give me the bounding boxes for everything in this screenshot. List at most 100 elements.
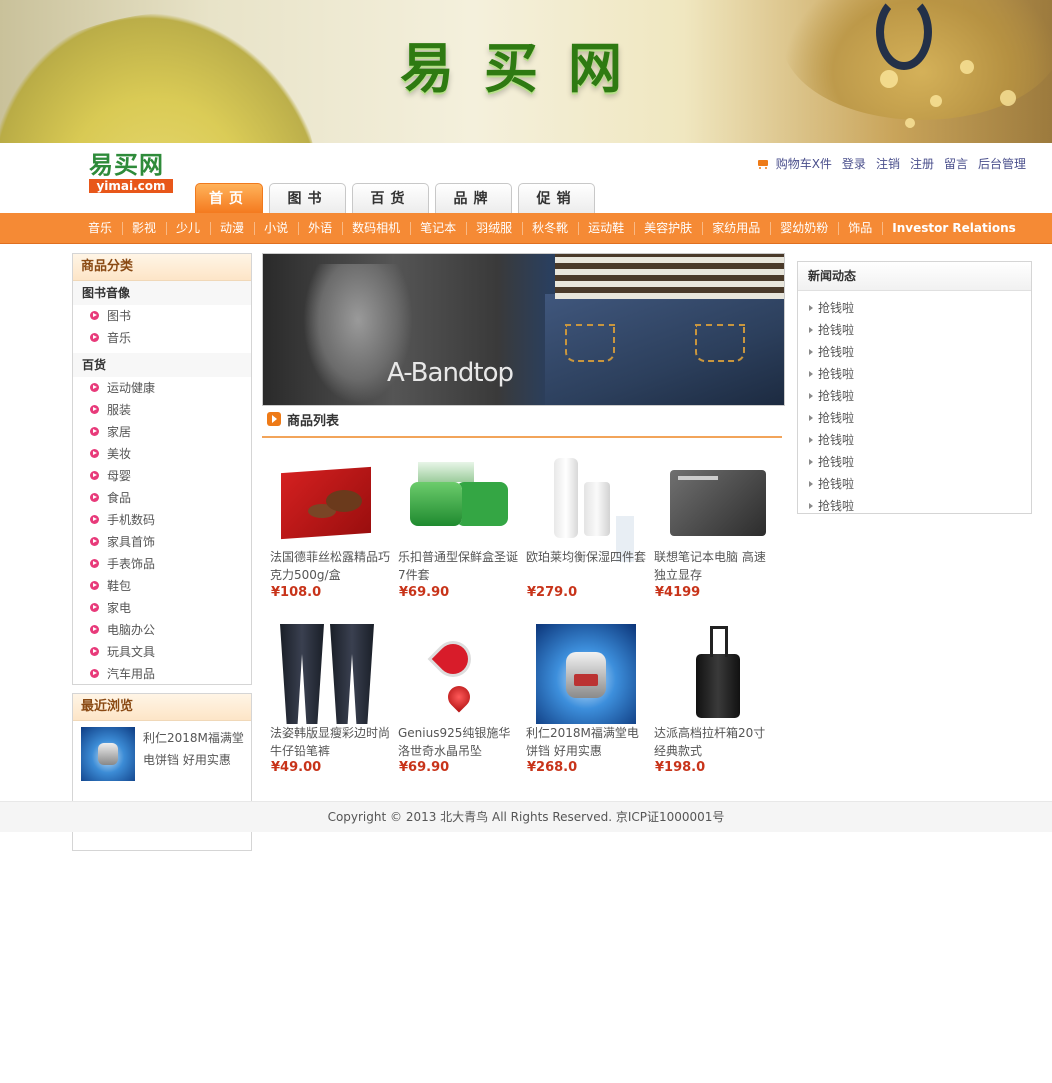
recent-item-name[interactable]: 利仁2018M福满堂电饼铛 好用实惠 xyxy=(143,727,248,771)
news-item[interactable]: 抢钱啦 xyxy=(798,385,1031,407)
product-image[interactable] xyxy=(536,624,636,724)
sidebar-item[interactable]: 服装 xyxy=(73,399,251,421)
sidebar-item-label: 电脑办公 xyxy=(107,623,156,637)
category-link[interactable]: 笔记本 xyxy=(410,213,466,243)
tab-books[interactable]: 图书 xyxy=(269,183,346,213)
product-name[interactable]: 法国德菲丝松露精品巧克力500g/盒 xyxy=(270,548,390,584)
category-link[interactable]: 秋冬靴 xyxy=(522,213,578,243)
tab-home[interactable]: 首页 xyxy=(195,183,263,213)
category-link[interactable]: 影视 xyxy=(122,213,166,243)
banner-brand: A-Bandtop xyxy=(387,358,514,388)
sidebar-item[interactable]: 音乐 xyxy=(73,327,251,349)
category-link[interactable]: 音乐 xyxy=(78,213,122,243)
sidebar-item[interactable]: 美妆 xyxy=(73,443,251,465)
product-name[interactable]: 欧珀莱均衡保湿四件套 xyxy=(526,548,646,566)
sidebar-item[interactable]: 运动健康 xyxy=(73,377,251,399)
product-name[interactable]: 利仁2018M福满堂电饼铛 好用实惠 xyxy=(526,724,646,760)
sidebar-item[interactable]: 家电 xyxy=(73,597,251,619)
promo-banner[interactable]: A-Bandtop xyxy=(262,253,785,406)
news-item[interactable]: 抢钱啦 xyxy=(798,407,1031,429)
product-image[interactable] xyxy=(664,624,764,724)
cart-link[interactable]: 购物车X件 xyxy=(757,155,832,172)
logo-text: 易买网 xyxy=(89,150,164,179)
cart-icon xyxy=(757,158,772,170)
category-link[interactable]: 运动鞋 xyxy=(578,213,634,243)
bullet-icon xyxy=(90,449,99,458)
news-item[interactable]: 抢钱啦 xyxy=(798,451,1031,473)
category-link[interactable]: 动漫 xyxy=(210,213,254,243)
bullet-icon xyxy=(90,537,99,546)
sidebar-item[interactable]: 家具首饰 xyxy=(73,531,251,553)
bullet-icon xyxy=(90,405,99,414)
sidebar-item[interactable]: 汽车用品 xyxy=(73,663,251,685)
product-image[interactable] xyxy=(408,456,508,556)
product-price: ¥4199 xyxy=(655,585,701,600)
sidebar-group-title[interactable]: 图书音像 xyxy=(73,281,251,305)
news-item[interactable]: 抢钱啦 xyxy=(798,495,1031,513)
sidebar-item[interactable]: 手机数码 xyxy=(73,509,251,531)
category-link[interactable]: 饰品 xyxy=(838,213,882,243)
product-name[interactable]: 法姿韩版显瘦彩边时尚牛仔铅笔裤 xyxy=(270,724,390,760)
news-item[interactable]: 抢钱啦 xyxy=(798,319,1031,341)
news-panel: 新闻动态 抢钱啦 抢钱啦 抢钱啦 抢钱啦 抢钱啦 抢钱啦 抢钱啦 抢钱啦 抢钱啦… xyxy=(797,261,1032,514)
logo-domain: yimai.com xyxy=(89,179,173,193)
sidebar-item[interactable]: 鞋包 xyxy=(73,575,251,597)
recently-viewed-title: 最近浏览 xyxy=(73,694,251,721)
category-link[interactable]: 婴幼奶粉 xyxy=(770,213,838,243)
sidebar-item-label: 手机数码 xyxy=(107,513,156,527)
news-item[interactable]: 抢钱啦 xyxy=(798,341,1031,363)
product-name[interactable]: Genius925纯银施华洛世奇水晶吊坠 xyxy=(398,724,518,760)
sidebar-item[interactable]: 母婴 xyxy=(73,465,251,487)
tab-brands[interactable]: 品牌 xyxy=(435,183,512,213)
category-link[interactable]: 美容护肤 xyxy=(634,213,702,243)
bullet-icon xyxy=(90,581,99,590)
logout-link[interactable]: 注销 xyxy=(876,155,900,172)
tab-promotions[interactable]: 促销 xyxy=(518,183,595,213)
bullet-icon xyxy=(90,311,99,320)
category-link[interactable]: 数码相机 xyxy=(342,213,410,243)
sidebar-item[interactable]: 图书 xyxy=(73,305,251,327)
category-link[interactable]: 外语 xyxy=(298,213,342,243)
news-item[interactable]: 抢钱啦 xyxy=(798,297,1031,319)
bullet-icon xyxy=(90,493,99,502)
sidebar-item-label: 美妆 xyxy=(107,447,132,461)
message-link[interactable]: 留言 xyxy=(944,155,968,172)
sidebar-item[interactable]: 手表饰品 xyxy=(73,553,251,575)
sidebar-item[interactable]: 食品 xyxy=(73,487,251,509)
product-image[interactable] xyxy=(536,456,636,556)
sidebar-group-title[interactable]: 百货 xyxy=(73,353,251,377)
site-logo[interactable]: 易买网 yimai.com xyxy=(89,152,175,194)
product-image[interactable] xyxy=(280,624,380,724)
category-link[interactable]: 少儿 xyxy=(166,213,210,243)
category-link-investor-relations[interactable]: Investor Relations xyxy=(882,213,1026,243)
bullet-icon xyxy=(90,471,99,480)
recent-item-image[interactable] xyxy=(81,727,135,781)
product-image[interactable] xyxy=(280,456,380,556)
sidebar-item[interactable]: 电脑办公 xyxy=(73,619,251,641)
product-image[interactable] xyxy=(664,456,766,556)
category-link[interactable]: 小说 xyxy=(254,213,298,243)
login-link[interactable]: 登录 xyxy=(842,155,866,172)
sidebar-item[interactable]: 家居 xyxy=(73,421,251,443)
product-price: ¥198.0 xyxy=(655,760,706,775)
pocket-decoration xyxy=(695,324,745,362)
product-price: ¥108.0 xyxy=(271,585,322,600)
register-link[interactable]: 注册 xyxy=(910,155,934,172)
tab-general-goods[interactable]: 百货 xyxy=(352,183,429,213)
admin-link[interactable]: 后台管理 xyxy=(978,155,1026,172)
news-item[interactable]: 抢钱啦 xyxy=(798,473,1031,495)
news-item[interactable]: 抢钱啦 xyxy=(798,429,1031,451)
product-name[interactable]: 联想笔记本电脑 高速独立显存 xyxy=(654,548,774,584)
category-sidebar: 商品分类 图书音像 图书 音乐 百货 运动健康 服装 家居 美妆 母婴 食品 手… xyxy=(72,253,252,685)
product-name[interactable]: 达派高档拉杆箱20寸 经典款式 xyxy=(654,724,774,760)
pocket-decoration xyxy=(565,324,615,362)
sidebar-item[interactable]: 玩具文具 xyxy=(73,641,251,663)
category-link[interactable]: 家纺用品 xyxy=(702,213,770,243)
product-price: ¥69.90 xyxy=(399,760,450,775)
product-image[interactable] xyxy=(408,624,508,724)
sidebar-item-label: 家具首饰 xyxy=(107,535,156,549)
product-name[interactable]: 乐扣普通型保鲜盒圣诞7件套 xyxy=(398,548,518,584)
cart-label: 购物车X件 xyxy=(775,157,832,171)
category-link[interactable]: 羽绒服 xyxy=(466,213,522,243)
news-item[interactable]: 抢钱啦 xyxy=(798,363,1031,385)
